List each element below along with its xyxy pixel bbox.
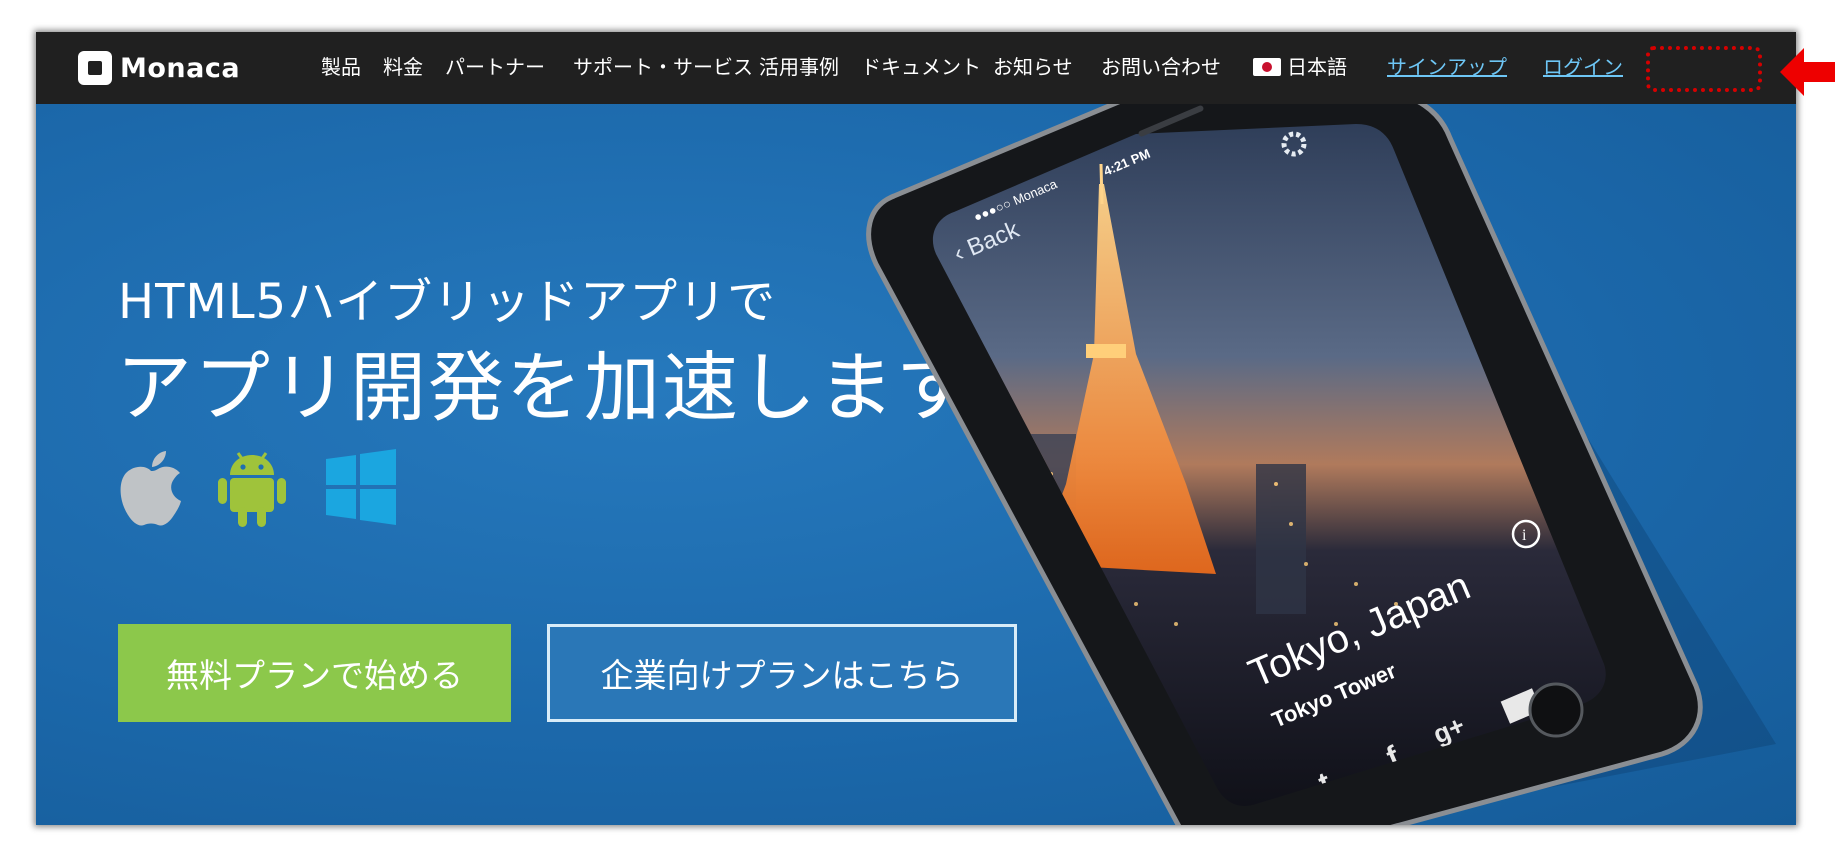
top-navbar: Monaca 製品 料金 パートナー サポート・サービス 活用事例 ドキュメント… [36,32,1796,104]
monaca-logo-icon [78,51,112,85]
nav-item-products[interactable]: 製品 [321,52,361,82]
nav-item-pricing[interactable]: 料金 [383,52,423,82]
language-label: 日本語 [1287,55,1347,79]
nav-item-support[interactable]: サポート・サービス [573,52,753,82]
home-button [1528,682,1584,738]
login-link[interactable]: ログイン [1543,52,1623,82]
windows-icon [326,449,396,525]
red-arrow-annotation [1780,48,1835,96]
browser-screenshot: Monaca 製品 料金 パートナー サポート・サービス 活用事例 ドキュメント… [36,32,1796,825]
nav-item-documents[interactable]: ドキュメント [861,52,981,82]
brand-logo[interactable]: Monaca [78,49,240,87]
nav-item-partners[interactable]: パートナー [445,52,545,82]
apple-icon [120,451,181,526]
brand-name: Monaca [120,52,241,84]
info-icon-glyph: i [1522,527,1527,544]
signup-link[interactable]: サインアップ [1387,52,1507,82]
android-icon [218,452,286,527]
phone-mockup: ●●●○○ Monaca 4:21 PM ‹ Back Tokyo, Japan… [866,104,1776,825]
login-highlight-box [1646,46,1762,92]
nav-item-case-studies[interactable]: 活用事例 [759,52,839,82]
nav-item-contact[interactable]: お問い合わせ [1101,52,1221,82]
nav-item-news[interactable]: お知らせ [993,52,1073,82]
hero-subtitle: HTML5ハイブリッドアプリで [118,274,777,330]
language-switcher[interactable]: 日本語 [1253,52,1347,82]
free-plan-button[interactable]: 無料プランで始める [118,624,511,722]
japan-flag-icon [1253,58,1281,76]
